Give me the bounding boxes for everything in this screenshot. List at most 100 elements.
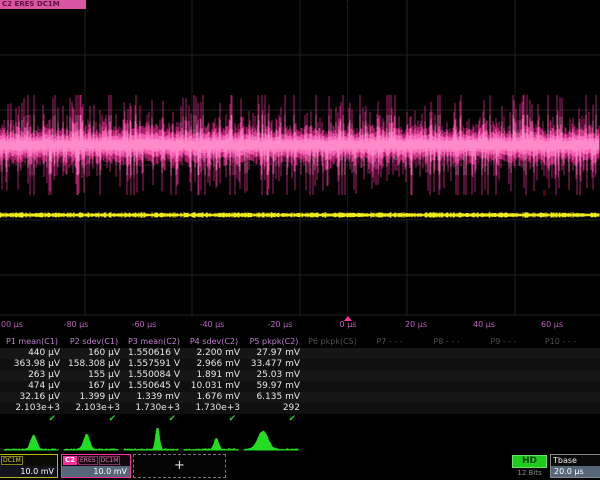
channel-c2-descriptor[interactable]: C2 ERES DC1M 10.0 mV (61, 454, 131, 478)
x-axis-label: -100 µs (0, 320, 23, 329)
measure-cell (475, 370, 532, 381)
measure-cell (475, 359, 532, 370)
measure-cell (304, 370, 361, 381)
measure-header-4[interactable]: P4 sdev(C2) (184, 336, 244, 348)
measure-header-8[interactable]: P8 - - - (418, 336, 475, 348)
measure-cell (304, 359, 361, 370)
measure-cell: 25.03 mV (244, 370, 304, 381)
measure-cell (589, 370, 600, 381)
measure-header-10[interactable]: P10 - - - (532, 336, 589, 348)
c1-volts-per-div: 10.0 mV (0, 466, 57, 477)
histicon-svg (0, 428, 600, 454)
measure-cell (418, 348, 475, 359)
histicon-1 (4, 435, 58, 450)
measure-cell (475, 381, 532, 392)
time-axis: -100 µs -80 µs -60 µs -40 µs -20 µs 0 µs 20 µs… (0, 316, 600, 336)
measure-cell: 1.399 µV (64, 392, 124, 403)
oscilloscope-screen: C2 ERES DC1M -100 µs -80 µs -60 µs -40 µs -2… (0, 0, 600, 480)
measure-header-11[interactable]: P11 (589, 336, 600, 348)
hd-badge: HD (512, 455, 547, 468)
c2-coupling-badge: DC1M (99, 456, 121, 465)
measure-cell: 10.031 mV (184, 381, 244, 392)
x-axis-label: -60 µs (132, 320, 157, 329)
measure-cell: 1.676 mV (184, 392, 244, 403)
active-trace-tab[interactable]: C2 ERES DC1M (0, 0, 86, 9)
add-trace-button[interactable]: + (133, 454, 226, 478)
waveform-grid[interactable] (0, 0, 600, 316)
measure-cell: 32.16 µV (0, 392, 64, 403)
measure-cell (361, 403, 418, 414)
measure-cell (304, 348, 361, 359)
trigger-level-marker (543, 190, 546, 196)
measure-header-row: P1 mean(C1)P2 sdev(C1)P3 mean(C2)P4 sdev… (0, 336, 600, 348)
measure-cell: 363.98 µV (0, 359, 64, 370)
measure-cell: 167 µV (64, 381, 124, 392)
measure-cell (304, 392, 361, 403)
histicon-2 (64, 434, 118, 450)
measure-cell (532, 381, 589, 392)
hd-mode-indicator[interactable]: HD 12 Bits (512, 455, 547, 477)
hd-bits-label: 12 Bits (512, 469, 547, 477)
measure-cell (475, 348, 532, 359)
x-axis-label: -20 µs (268, 320, 293, 329)
measure-cell: 2.103e+3 (0, 403, 64, 414)
status-check-icon: ✔ (64, 414, 124, 425)
x-axis-label: -80 µs (64, 320, 89, 329)
measure-header-1[interactable]: P1 mean(C1) (0, 336, 64, 348)
measure-cell: 1.557591 V (124, 359, 184, 370)
measure-row: 32.16 µV1.399 µV1.339 mV1.676 mV6.135 mV (0, 392, 600, 403)
measure-cell (589, 381, 600, 392)
measure-cell: 160 µV (64, 348, 124, 359)
measure-cell (361, 348, 418, 359)
measure-cell: 155 µV (64, 370, 124, 381)
measure-cell (418, 370, 475, 381)
x-axis-label: -40 µs (200, 320, 225, 329)
x-axis-label: 20 µs (405, 320, 427, 329)
plus-icon: + (174, 458, 185, 473)
channel-c1-descriptor[interactable]: DC1M 10.0 mV (0, 454, 58, 478)
measure-cell (418, 359, 475, 370)
status-check-icon: ✔ (0, 414, 64, 425)
measure-cell (589, 403, 600, 414)
timebase-descriptor[interactable]: Tbase 20.0 µs (550, 454, 600, 478)
x-axis-label: 40 µs (473, 320, 495, 329)
measure-row: 440 µV160 µV1.550616 V2.200 mV27.97 mV (0, 348, 600, 359)
measure-cell (532, 392, 589, 403)
measure-cell: 2.200 mV (184, 348, 244, 359)
status-check-icon: ✔ (184, 414, 244, 425)
status-check-icon (589, 414, 600, 425)
measure-cell: 1.550084 V (124, 370, 184, 381)
measure-cell (361, 392, 418, 403)
measure-cell: 59.97 mV (244, 381, 304, 392)
measure-cell (475, 392, 532, 403)
measure-cell: 1.891 mV (184, 370, 244, 381)
c2-label: C2 (63, 456, 77, 465)
x-axis-label: 0 µs (340, 320, 357, 329)
measure-cell (418, 381, 475, 392)
measure-cell (532, 359, 589, 370)
measure-cell (532, 348, 589, 359)
measure-cell: 27.97 mV (244, 348, 304, 359)
status-check-icon (304, 414, 361, 425)
measure-cell: 1.550616 V (124, 348, 184, 359)
measure-cell: 1.550645 V (124, 381, 184, 392)
measure-header-7[interactable]: P7 - - - (361, 336, 418, 348)
measure-header-2[interactable]: P2 sdev(C1) (64, 336, 124, 348)
measure-header-3[interactable]: P3 mean(C2) (124, 336, 184, 348)
measure-cell (361, 381, 418, 392)
measure-cell (475, 403, 532, 414)
c2-eres-badge: ERES (78, 456, 98, 465)
descriptor-row: DC1M 10.0 mV C2 ERES DC1M 10.0 mV + HD 1… (0, 454, 600, 480)
measure-cell: 292 (244, 403, 304, 414)
measure-cell (418, 403, 475, 414)
measure-cell: 1.730e+3 (124, 403, 184, 414)
measure-cell (532, 370, 589, 381)
measure-header-9[interactable]: P9 - - - (475, 336, 532, 348)
measure-header-5[interactable]: P5 pkpk(C2) (244, 336, 304, 348)
status-check-icon (361, 414, 418, 425)
measure-header-6[interactable]: P6 pkpk(C5) (304, 336, 361, 348)
measure-status-row: ✔✔✔✔✔ (0, 414, 600, 425)
timebase-value: 20.0 µs (551, 466, 600, 477)
c1-coupling-badge: DC1M (1, 456, 23, 465)
measure-cell: 33.477 mV (244, 359, 304, 370)
